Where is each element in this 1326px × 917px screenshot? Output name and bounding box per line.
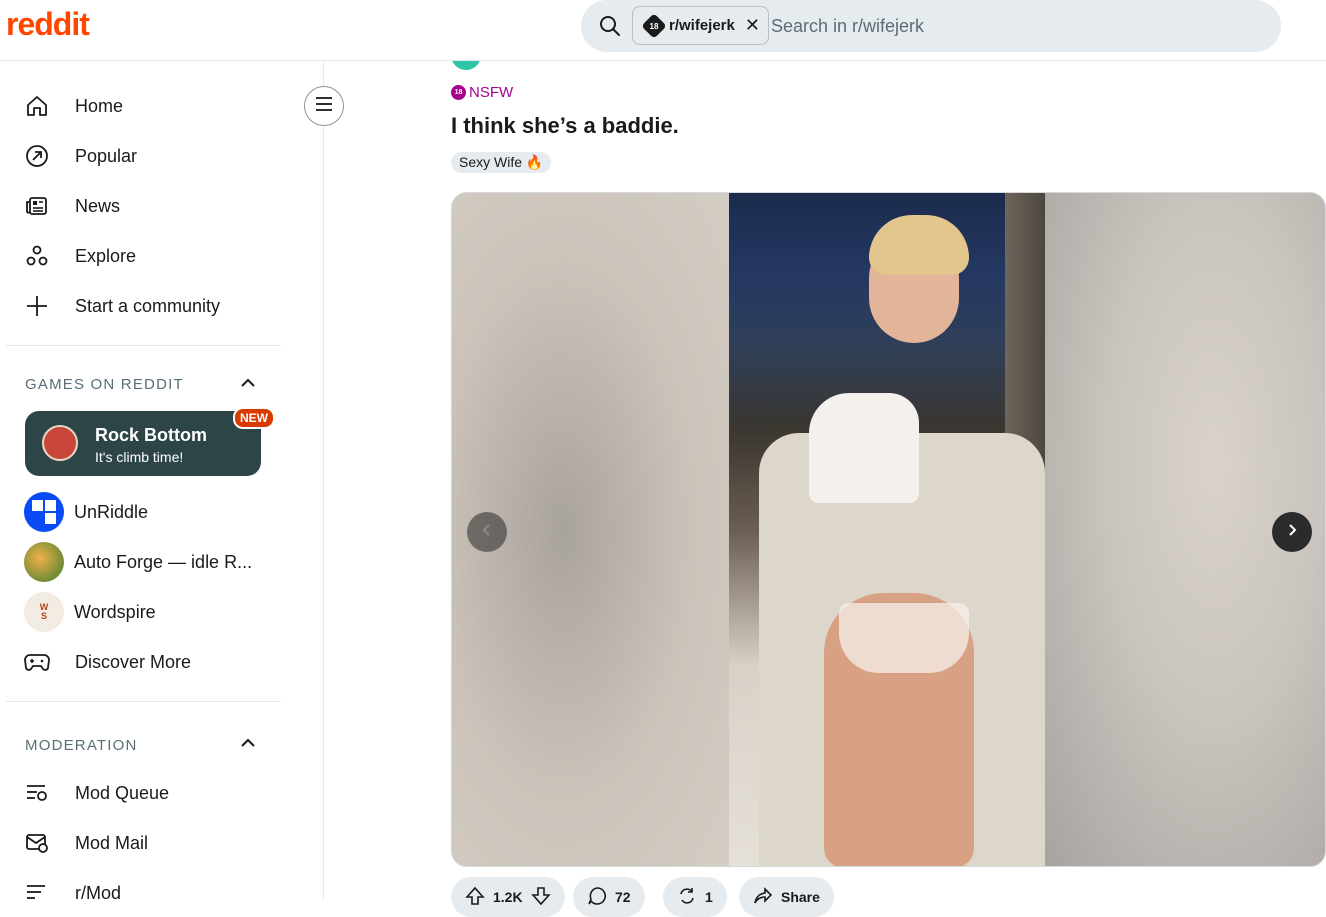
sidebar-divider [6,345,281,346]
sidebar-item-label: Wordspire [74,601,156,622]
wordspire-icon: WS [24,592,64,632]
auto-forge-icon [24,542,64,582]
sidebar-item-label: Discover More [75,651,192,672]
controller-icon [24,649,50,675]
nsfw-label: NSFW [469,84,514,101]
sidebar-item-label: Auto Forge — idle R... [74,551,253,572]
collapse-sidebar-button[interactable] [304,86,344,126]
sidebar-item-label: News [75,195,121,216]
sidebar-item-label: UnRiddle [74,501,149,522]
moderation-section-title: MODERATION [25,737,138,754]
post-flair[interactable]: Sexy Wife 🔥 [451,152,552,173]
featured-game-card[interactable]: Rock Bottom It's climb time! [25,411,261,476]
crosspost-count: 1 [705,889,713,905]
sidebar-item-r-mod[interactable]: r/Mod [24,873,284,913]
sidebar-item-home[interactable]: Home [24,86,284,126]
chevron-left-icon [480,523,494,542]
sidebar-item-label: Explore [75,245,137,266]
nsfw-18-icon: 18 [641,12,667,39]
post-image [729,193,1045,866]
sidebar-item-wordspire[interactable]: WS Wordspire [24,592,284,632]
carousel-prev-button[interactable] [467,512,507,552]
news-icon [24,193,50,219]
chevron-right-icon [1285,523,1299,542]
sidebar-divider [6,701,281,702]
sidebar-item-popular[interactable]: Popular [24,136,284,176]
downvote-icon[interactable] [530,886,551,909]
featured-game-title: Rock Bottom [95,425,207,445]
crosspost-icon [677,886,697,909]
sidebar-item-label: Mod Mail [75,832,149,853]
vote-bar: 1.2K [451,877,565,917]
sidebar-item-label: Mod Queue [75,782,170,803]
sidebar-item-mod-queue[interactable]: Mod Queue [24,773,284,813]
close-icon[interactable]: ✕ [745,15,760,36]
sidebar-item-discover-more[interactable]: Discover More [24,642,284,682]
sidebar-item-unriddle[interactable]: UnRiddle [24,492,284,532]
nsfw-18-icon: 18 [451,85,466,100]
featured-game-subtitle: It's climb time! [95,449,184,465]
sidebar-item-label: Start a community [75,295,221,316]
sidebar-item-mod-mail[interactable]: Mod Mail [24,823,284,863]
home-icon [24,93,50,119]
vote-count: 1.2K [493,889,523,905]
chevron-up-icon[interactable] [238,373,258,398]
comment-icon [587,886,607,909]
search-input[interactable] [771,13,1251,39]
new-badge: NEW [233,407,275,429]
nsfw-tag: 18 NSFW [451,84,513,101]
rock-bottom-icon [42,425,78,461]
carousel-next-button[interactable] [1272,512,1312,552]
subreddit-scope-label: r/wifejerk [669,17,735,34]
r-mod-icon [24,880,50,906]
share-icon [753,886,773,909]
plus-icon [24,293,50,319]
post-media-gallery[interactable] [451,192,1326,867]
popular-icon [24,143,50,169]
reddit-logo[interactable]: reddit [6,6,90,43]
top-header: reddit 18 r/wifejerk ✕ [0,0,1326,61]
sidebar-item-start-community[interactable]: Start a community [24,286,284,326]
share-label: Share [781,889,820,905]
unriddle-icon [24,492,64,532]
sidebar-item-label: Home [75,95,124,116]
flair-label: Sexy Wife 🔥 [459,154,544,170]
sidebar-item-news[interactable]: News [24,186,284,226]
sidebar-item-label: Popular [75,145,138,166]
search-icon [599,15,621,42]
upvote-icon[interactable] [465,886,485,909]
mod-mail-icon [24,830,50,856]
crosspost-button[interactable]: 1 [663,877,727,917]
sidebar-item-auto-forge[interactable]: Auto Forge — idle R... [24,542,284,582]
sidebar-item-explore[interactable]: Explore [24,236,284,276]
comment-count: 72 [615,889,631,905]
games-section-title: GAMES ON REDDIT [25,376,184,393]
comments-button[interactable]: 72 [573,877,645,917]
share-button[interactable]: Share [739,877,834,917]
sidebar-item-label: r/Mod [75,882,122,903]
chevron-up-icon[interactable] [238,733,258,758]
search-bar[interactable]: 18 r/wifejerk ✕ [581,0,1281,52]
mod-queue-icon [24,780,50,806]
post-title: I think she’s a baddie. [451,113,679,138]
menu-icon [315,96,333,117]
subreddit-scope-chip[interactable]: 18 r/wifejerk ✕ [632,6,769,45]
explore-icon [24,243,50,269]
